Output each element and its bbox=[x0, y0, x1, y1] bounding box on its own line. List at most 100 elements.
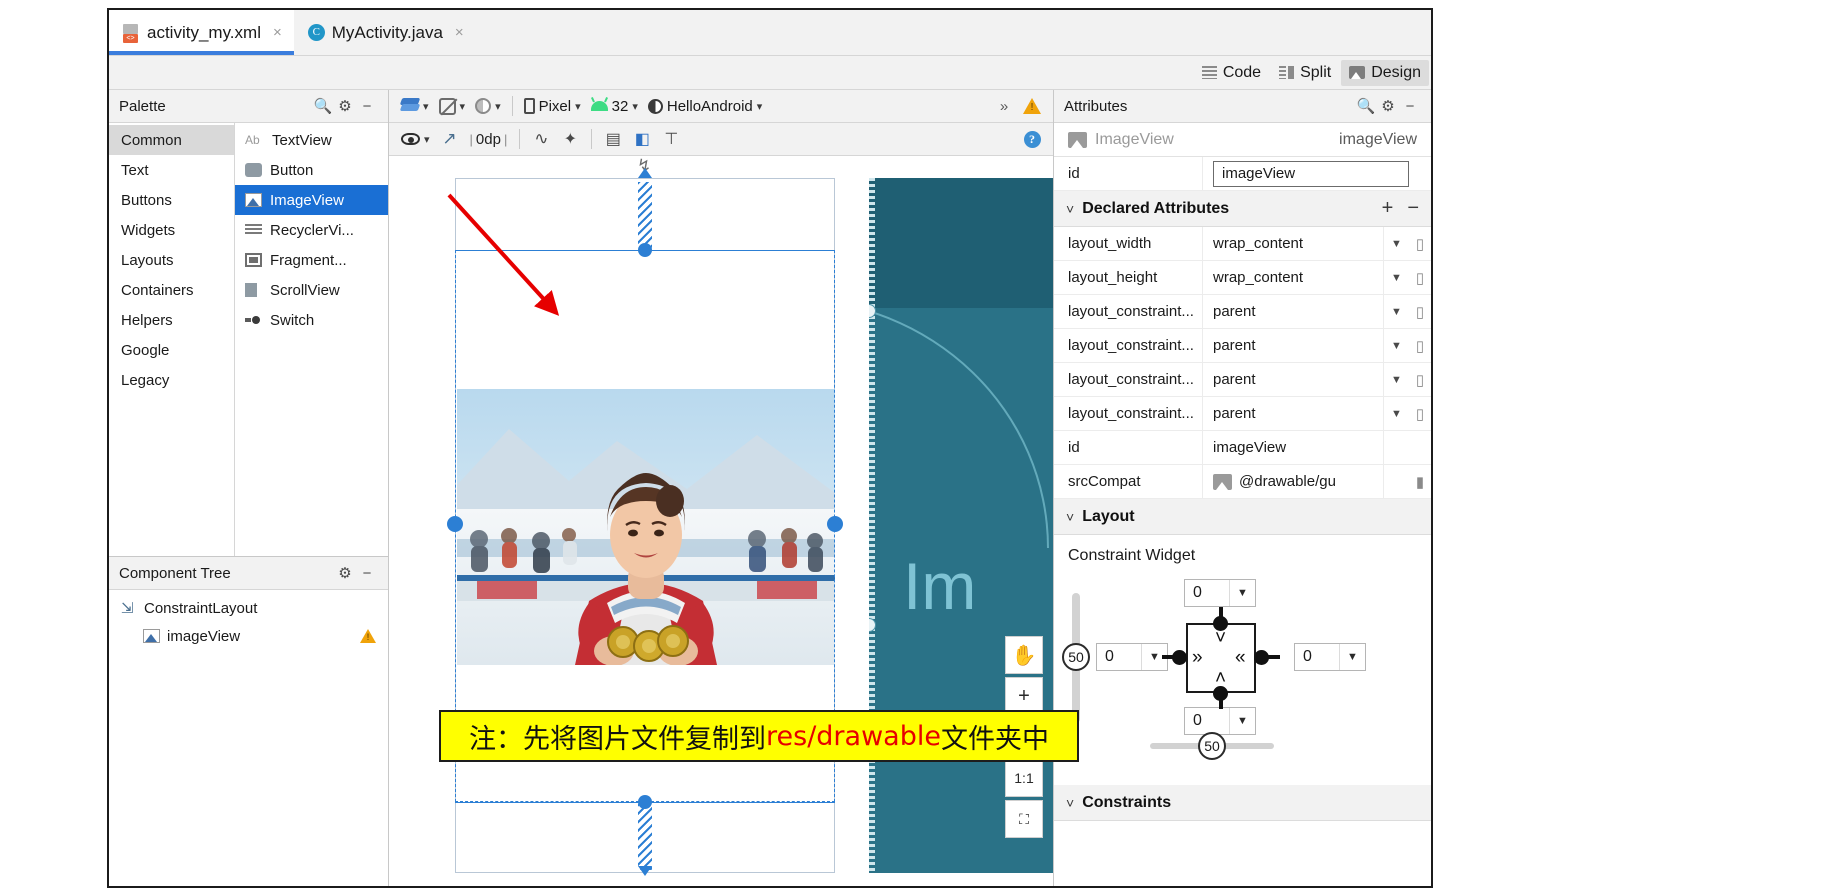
chevron-down-icon[interactable]: ˅ bbox=[1066, 795, 1074, 811]
resource-picker-icon[interactable]: ▯ bbox=[1409, 363, 1431, 396]
chevron-down-icon[interactable]: ▼ bbox=[1383, 363, 1409, 396]
chevron-down-icon[interactable]: ▼ bbox=[1383, 397, 1409, 430]
margin-left-field[interactable]: 0 ▼ bbox=[1096, 643, 1168, 671]
infer-constraints-button[interactable]: ✦ bbox=[557, 126, 583, 152]
chevron-down-icon[interactable]: ▼ bbox=[1383, 295, 1409, 328]
palette-category-google[interactable]: Google bbox=[109, 335, 234, 365]
chevron-down-icon[interactable]: ▼ bbox=[1383, 329, 1409, 362]
palette-item-fragment[interactable]: Fragment... bbox=[235, 245, 388, 275]
tab-activity-my-xml[interactable]: activity_my.xml × bbox=[109, 10, 294, 55]
minimize-icon[interactable]: − bbox=[356, 565, 378, 582]
api-level-selector[interactable]: 32 ▾ bbox=[587, 93, 642, 119]
resource-picker-icon[interactable]: ▯ bbox=[1409, 227, 1431, 260]
resource-picker-icon[interactable]: ▯ bbox=[1409, 295, 1431, 328]
attribute-value[interactable]: parent bbox=[1202, 295, 1383, 328]
attribute-value[interactable]: parent bbox=[1202, 363, 1383, 396]
palette-category-layouts[interactable]: Layouts bbox=[109, 245, 234, 275]
close-icon[interactable]: × bbox=[273, 24, 282, 41]
issues-warning-button[interactable] bbox=[1019, 93, 1045, 119]
chevron-down-icon[interactable]: ▼ bbox=[1383, 261, 1409, 294]
tree-node-imageview[interactable]: imageView bbox=[109, 622, 388, 650]
palette-item-scrollview[interactable]: ScrollView bbox=[235, 275, 388, 305]
table-row[interactable]: layout_constraint... parent ▼ ▯ bbox=[1054, 397, 1431, 431]
attribute-value-cell[interactable]: imageView bbox=[1202, 157, 1431, 190]
pan-tool-button[interactable]: ✋ bbox=[1005, 636, 1043, 674]
margin-right-field[interactable]: 0 ▼ bbox=[1294, 643, 1366, 671]
margin-top-field[interactable]: 0 ▼ bbox=[1184, 579, 1256, 607]
autoconnect-button[interactable]: ↗ bbox=[437, 126, 463, 152]
attribute-value[interactable]: parent bbox=[1202, 329, 1383, 362]
view-options-button[interactable]: ▾ bbox=[397, 126, 434, 152]
table-row[interactable]: layout_height wrap_content ▼ ▯ bbox=[1054, 261, 1431, 295]
mode-split-button[interactable]: Split bbox=[1271, 60, 1339, 86]
attribute-value[interactable]: wrap_content bbox=[1202, 227, 1383, 260]
zoom-to-fit-button[interactable]: ⛶ bbox=[1005, 800, 1043, 838]
add-attribute-button[interactable]: + bbox=[1382, 197, 1394, 220]
table-row[interactable]: layout_constraint... parent ▼ ▯ bbox=[1054, 329, 1431, 363]
close-icon[interactable]: × bbox=[455, 24, 464, 41]
remove-attribute-button[interactable]: − bbox=[1407, 197, 1419, 220]
gear-icon[interactable]: ⚙ bbox=[334, 564, 356, 582]
constraint-widget[interactable]: 50 0 ▼ 0 ▼ 0 ▼ 0 ▼ » « ˅ ˄ 50 bbox=[1054, 571, 1431, 771]
palette-category-buttons[interactable]: Buttons bbox=[109, 185, 234, 215]
palette-category-text[interactable]: Text bbox=[109, 155, 234, 185]
palette-item-imageview[interactable]: ImageView bbox=[235, 185, 388, 215]
palette-category-common[interactable]: Common bbox=[109, 125, 234, 155]
default-margin-button[interactable]: | 0dp | bbox=[466, 126, 512, 152]
left-constraint-anchor[interactable] bbox=[447, 516, 463, 532]
orientation-button[interactable]: ▾ bbox=[435, 93, 470, 119]
chevron-down-icon[interactable]: ▼ bbox=[1339, 644, 1365, 670]
gear-icon[interactable]: ⚙ bbox=[1377, 97, 1399, 115]
palette-item-recyclerview[interactable]: RecyclerVi... bbox=[235, 215, 388, 245]
align-button[interactable]: ◧ bbox=[629, 126, 655, 152]
chevron-down-icon[interactable]: ▼ bbox=[1383, 227, 1409, 260]
table-row[interactable]: layout_constraint... parent ▼ ▯ bbox=[1054, 363, 1431, 397]
layout-section-header[interactable]: ˅ Layout bbox=[1054, 499, 1431, 535]
minimize-icon[interactable]: − bbox=[1399, 98, 1421, 115]
palette-category-legacy[interactable]: Legacy bbox=[109, 365, 234, 395]
resource-picker-icon[interactable]: ▮ bbox=[1409, 465, 1431, 498]
attribute-value-cell[interactable]: @drawable/gu bbox=[1202, 465, 1383, 498]
resource-picker-icon[interactable]: ▯ bbox=[1409, 329, 1431, 362]
margin-bottom-field[interactable]: 0 ▼ bbox=[1184, 707, 1256, 735]
tab-myactivity-java[interactable]: C MyActivity.java × bbox=[293, 10, 476, 55]
search-icon[interactable]: 🔍 bbox=[1355, 97, 1377, 115]
table-row[interactable]: layout_constraint... parent ▼ ▯ bbox=[1054, 295, 1431, 329]
palette-category-widgets[interactable]: Widgets bbox=[109, 215, 234, 245]
design-surface-mode-button[interactable]: ▾ bbox=[397, 93, 433, 119]
attribute-value[interactable]: wrap_content bbox=[1202, 261, 1383, 294]
minimize-icon[interactable]: − bbox=[356, 98, 378, 115]
clear-constraints-button[interactable]: ∿ bbox=[528, 126, 554, 152]
chevron-down-icon[interactable]: ˅ bbox=[1066, 201, 1074, 217]
theme-selector[interactable]: HelloAndroid ▾ bbox=[644, 93, 766, 119]
resource-picker-icon[interactable]: ▯ bbox=[1409, 261, 1431, 294]
search-icon[interactable]: 🔍 bbox=[312, 97, 334, 115]
toolbar-overflow-button[interactable]: » bbox=[991, 93, 1017, 119]
attribute-row-id[interactable]: id imageView bbox=[1054, 157, 1431, 191]
gear-icon[interactable]: ⚙ bbox=[334, 97, 356, 115]
palette-item-button[interactable]: Button bbox=[235, 155, 388, 185]
mode-code-button[interactable]: Code bbox=[1194, 60, 1269, 86]
palette-category-helpers[interactable]: Helpers bbox=[109, 305, 234, 335]
ui-mode-button[interactable]: ▾ bbox=[471, 93, 505, 119]
vertical-bias-value[interactable]: 50 bbox=[1062, 643, 1090, 671]
table-row[interactable]: srcCompat @drawable/gu ▮ bbox=[1054, 465, 1431, 499]
constraints-section-header[interactable]: ˅ Constraints bbox=[1054, 785, 1431, 821]
zoom-actual-size-button[interactable]: 1:1 bbox=[1005, 759, 1043, 797]
attribute-value[interactable]: parent bbox=[1202, 397, 1383, 430]
palette-item-switch[interactable]: Switch bbox=[235, 305, 388, 335]
baseline-button[interactable]: ⊤ bbox=[658, 126, 684, 152]
resource-picker-icon[interactable]: ▯ bbox=[1409, 397, 1431, 430]
chevron-down-icon[interactable]: ▼ bbox=[1229, 708, 1255, 734]
palette-category-containers[interactable]: Containers bbox=[109, 275, 234, 305]
tree-node-constraintlayout[interactable]: ⇲ ConstraintLayout bbox=[109, 594, 388, 622]
palette-item-textview[interactable]: Ab TextView bbox=[235, 125, 388, 155]
table-row[interactable]: id imageView bbox=[1054, 431, 1431, 465]
help-button[interactable]: ? bbox=[1019, 126, 1045, 152]
declared-attributes-section-header[interactable]: ˅ Declared Attributes + − bbox=[1054, 191, 1431, 227]
right-constraint-anchor[interactable] bbox=[827, 516, 843, 532]
attribute-value[interactable]: imageView bbox=[1202, 431, 1383, 464]
mode-design-button[interactable]: Design bbox=[1341, 59, 1429, 86]
horizontal-bias-value[interactable]: 50 bbox=[1198, 732, 1226, 760]
guidelines-button[interactable]: ▤ bbox=[600, 126, 626, 152]
